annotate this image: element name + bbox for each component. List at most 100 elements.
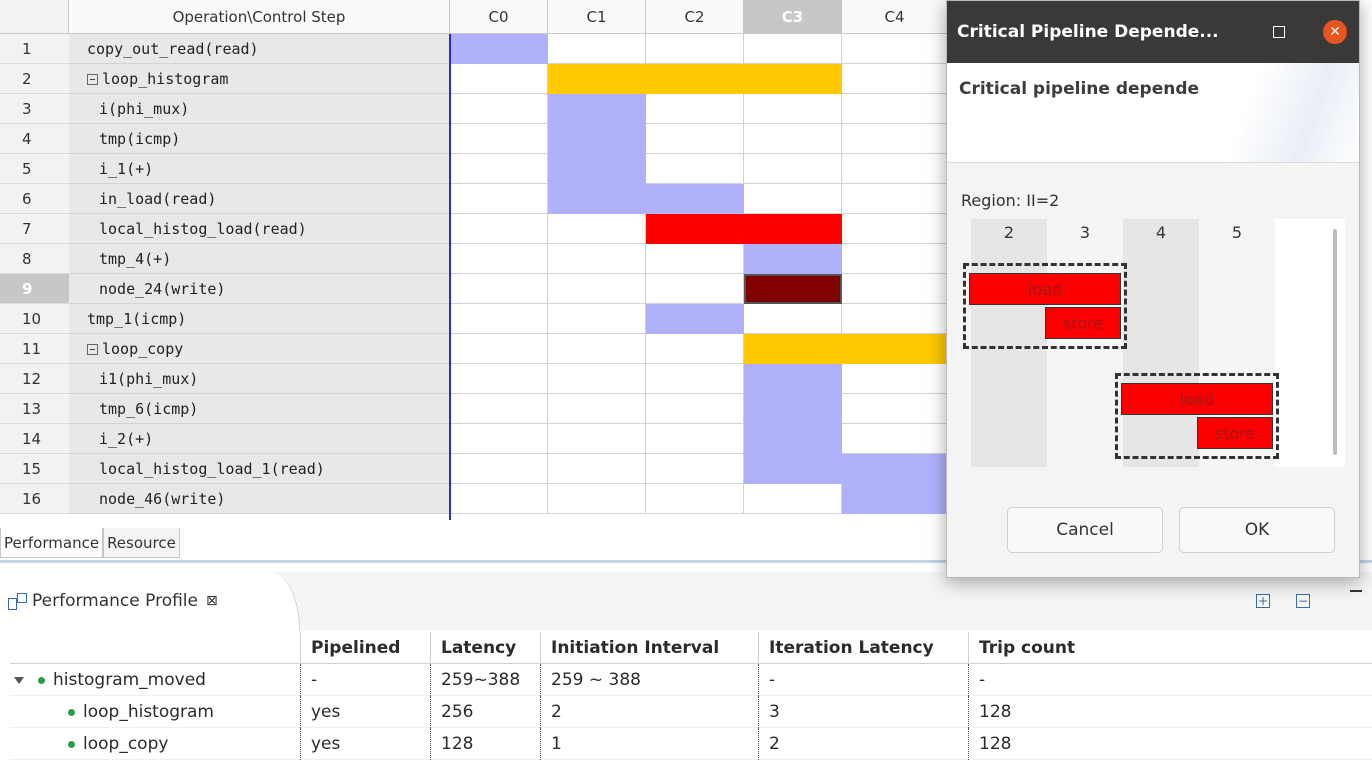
operation-header[interactable]: Operation\Control Step <box>69 0 450 34</box>
grid-cell[interactable] <box>842 154 948 184</box>
close-icon[interactable]: ⊠ <box>206 593 218 609</box>
grid-cell[interactable] <box>646 274 744 304</box>
grid-cell[interactable] <box>842 184 948 214</box>
row-number[interactable]: 9 <box>0 274 69 304</box>
step-header-c3[interactable]: C3 <box>744 0 842 34</box>
grid-cell[interactable] <box>744 124 842 154</box>
op-bar[interactable] <box>450 34 548 64</box>
loop-bar[interactable] <box>744 334 948 364</box>
load-bar[interactable]: load <box>969 273 1121 305</box>
operation-label[interactable]: local_histog_load_1(read) <box>69 454 450 484</box>
grid-cell[interactable] <box>842 304 948 334</box>
maximize-icon[interactable] <box>1273 26 1285 38</box>
grid-cell[interactable] <box>548 304 646 334</box>
cancel-button[interactable]: Cancel <box>1007 507 1163 553</box>
grid-cell[interactable] <box>450 244 548 274</box>
tab-resource[interactable]: Resource <box>103 528 180 558</box>
grid-cell[interactable] <box>646 424 744 454</box>
grid-cell[interactable] <box>744 304 842 334</box>
grid-cell[interactable] <box>450 214 548 244</box>
close-icon[interactable]: ✕ <box>1323 20 1347 44</box>
column-header-latency[interactable]: Latency <box>430 632 540 664</box>
row-number[interactable]: 14 <box>0 424 69 454</box>
step-header-c0[interactable]: C0 <box>450 0 548 34</box>
grid-cell[interactable] <box>842 94 948 124</box>
grid-cell[interactable] <box>548 334 646 364</box>
table-row[interactable]: loop_copy yes 128 1 2 128 <box>10 728 1372 760</box>
column-header-iteration-latency[interactable]: Iteration Latency <box>758 632 968 664</box>
pipeline-scrollbar[interactable] <box>1333 229 1337 455</box>
grid-cell[interactable] <box>646 334 744 364</box>
grid-cell[interactable] <box>646 364 744 394</box>
grid-cell[interactable] <box>744 184 842 214</box>
grid-cell[interactable] <box>646 484 744 514</box>
op-bar[interactable] <box>548 94 646 124</box>
grid-cell[interactable] <box>548 454 646 484</box>
expand-all-icon[interactable]: + <box>1256 594 1270 608</box>
grid-cell[interactable] <box>450 454 548 484</box>
grid-cell[interactable] <box>842 64 948 94</box>
row-number[interactable]: 8 <box>0 244 69 274</box>
row-number[interactable]: 2 <box>0 64 69 94</box>
grid-cell[interactable] <box>548 34 646 64</box>
collapse-icon[interactable] <box>87 74 98 85</box>
grid-cell[interactable] <box>646 394 744 424</box>
grid-cell[interactable] <box>450 424 548 454</box>
operation-label[interactable]: tmp(icmp) <box>69 124 450 154</box>
row-number[interactable]: 5 <box>0 154 69 184</box>
column-header-trip-count[interactable]: Trip count <box>968 632 1268 664</box>
operation-label[interactable]: i_1(+) <box>69 154 450 184</box>
minimize-icon[interactable] <box>1350 590 1362 592</box>
op-bar[interactable] <box>744 364 842 394</box>
grid-cell[interactable] <box>548 424 646 454</box>
grid-cell[interactable] <box>842 214 948 244</box>
grid-cell[interactable] <box>646 124 744 154</box>
grid-cell[interactable] <box>548 394 646 424</box>
grid-cell[interactable] <box>450 64 548 94</box>
ok-button[interactable]: OK <box>1179 507 1335 553</box>
operation-label[interactable]: tmp_1(icmp) <box>69 304 450 334</box>
grid-cell[interactable] <box>744 94 842 124</box>
grid-cell[interactable] <box>842 424 948 454</box>
grid-cell[interactable] <box>450 184 548 214</box>
selected-op-bar[interactable] <box>744 274 842 304</box>
operation-label[interactable]: i1(phi_mux) <box>69 364 450 394</box>
grid-cell[interactable] <box>450 334 548 364</box>
operation-label[interactable]: tmp_4(+) <box>69 244 450 274</box>
step-header-c1[interactable]: C1 <box>548 0 646 34</box>
grid-cell[interactable] <box>450 364 548 394</box>
grid-cell[interactable] <box>646 244 744 274</box>
op-bar[interactable] <box>842 484 948 514</box>
grid-cell[interactable] <box>646 34 744 64</box>
critical-op-bar[interactable] <box>646 214 842 244</box>
grid-cell[interactable] <box>450 124 548 154</box>
operation-label[interactable]: tmp_6(icmp) <box>69 394 450 424</box>
step-header-c4[interactable]: C4 <box>842 0 948 34</box>
operation-label[interactable]: copy_out_read(read) <box>69 34 450 64</box>
grid-cell[interactable] <box>842 394 948 424</box>
row-number[interactable]: 12 <box>0 364 69 394</box>
grid-cell[interactable] <box>842 124 948 154</box>
op-bar[interactable] <box>646 304 744 334</box>
grid-cell[interactable] <box>842 34 948 64</box>
operation-label[interactable]: node_46(write) <box>69 484 450 514</box>
grid-cell[interactable] <box>450 154 548 184</box>
grid-cell[interactable] <box>646 94 744 124</box>
collapse-icon[interactable] <box>87 344 98 355</box>
table-row[interactable]: loop_histogram yes 256 2 3 128 <box>10 696 1372 728</box>
operation-label[interactable]: in_load(read) <box>69 184 450 214</box>
grid-cell[interactable] <box>548 484 646 514</box>
grid-cell[interactable] <box>842 244 948 274</box>
loop-bar[interactable] <box>548 64 842 94</box>
loop-row-label[interactable]: loop_copy <box>69 334 450 364</box>
grid-cell[interactable] <box>548 214 646 244</box>
step-header-c2[interactable]: C2 <box>646 0 744 34</box>
grid-cell[interactable] <box>842 274 948 304</box>
operation-label[interactable]: node_24(write) <box>69 274 450 304</box>
row-number[interactable]: 11 <box>0 334 69 364</box>
row-number[interactable]: 4 <box>0 124 69 154</box>
column-header-pipelined[interactable]: Pipelined <box>300 632 430 664</box>
grid-cell[interactable] <box>646 454 744 484</box>
grid-cell[interactable] <box>548 274 646 304</box>
column-header-initiation-interval[interactable]: Initiation Interval <box>540 632 758 664</box>
